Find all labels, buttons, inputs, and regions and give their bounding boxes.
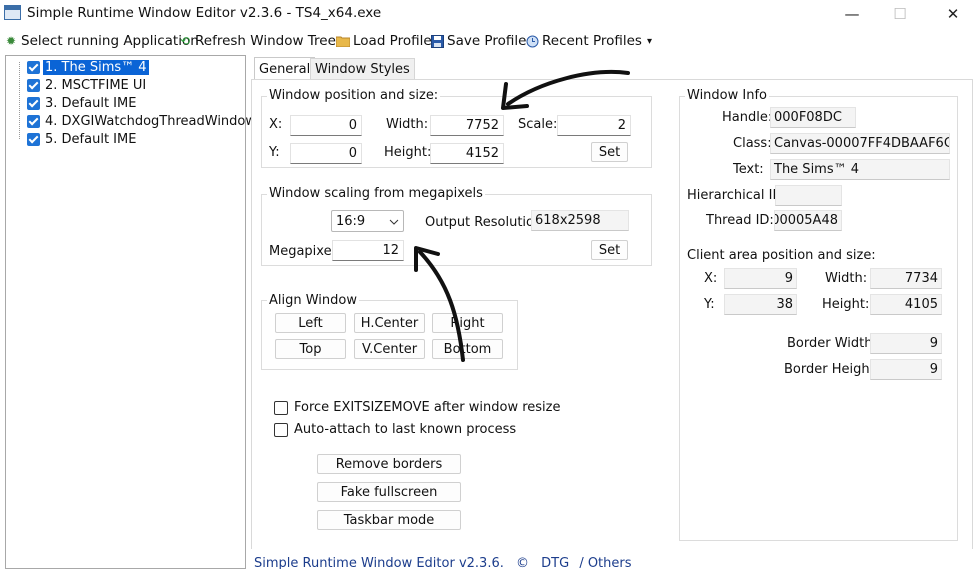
arrow-to-megapixels-field	[418, 250, 465, 362]
annotation-arrows	[414, 70, 630, 362]
arrow-to-width-field	[506, 70, 630, 106]
